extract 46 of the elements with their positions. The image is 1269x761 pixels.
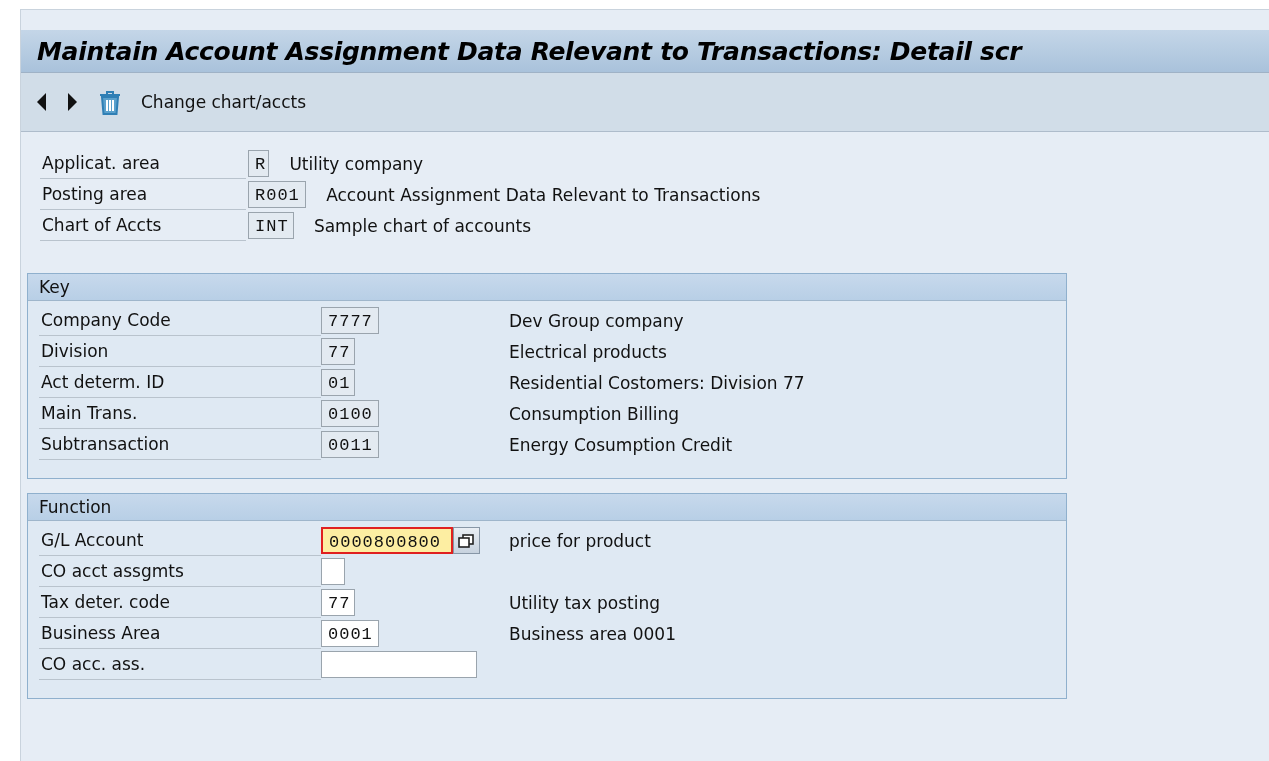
- window-title: Maintain Account Assignment Data Relevant to Transactions: Detail scr: [37, 36, 1022, 66]
- display-field: 77: [321, 338, 355, 365]
- group-title: Key: [28, 274, 1066, 301]
- display-field: R001: [248, 181, 307, 208]
- field-label: Posting area: [40, 179, 246, 210]
- field-description: Consumption Billing: [509, 403, 680, 424]
- group-title: Function: [28, 494, 1066, 521]
- field-label: CO acct assgmts: [39, 556, 321, 587]
- field-label: Tax deter. code: [39, 587, 321, 618]
- field-description: price for product: [509, 530, 651, 551]
- field-label: Main Trans.: [39, 398, 321, 429]
- change-chart-button[interactable]: Change chart/accts: [137, 92, 307, 112]
- trash-icon[interactable]: [97, 89, 123, 115]
- field-description: Residential Costomers: Division 77: [509, 372, 805, 393]
- field-label: G/L Account: [39, 525, 321, 556]
- field-description: Electrical products: [509, 341, 667, 362]
- input-field[interactable]: 0000800800: [321, 527, 453, 554]
- field-description: Account Assignment Data Relevant to Transactions: [326, 184, 761, 205]
- field-label: Company Code: [39, 305, 321, 336]
- next-icon[interactable]: [67, 93, 77, 111]
- checkbox[interactable]: [321, 558, 345, 585]
- input-field[interactable]: 0001: [321, 620, 380, 647]
- value-help-button[interactable]: [452, 527, 480, 554]
- windows-icon: [458, 533, 475, 548]
- display-field: 0100: [321, 400, 380, 427]
- field-description: Energy Cosumption Credit: [509, 434, 733, 455]
- display-field: 0011: [321, 431, 380, 458]
- input-field[interactable]: 77: [321, 589, 355, 616]
- field-description: Utility tax posting: [509, 592, 660, 613]
- field-label: Applicat. area: [40, 148, 246, 179]
- display-field: R: [248, 150, 270, 177]
- input-field[interactable]: [321, 651, 478, 678]
- previous-icon[interactable]: [37, 93, 47, 111]
- field-label: Business Area: [39, 618, 321, 649]
- display-field: 7777: [321, 307, 380, 334]
- field-label: Division: [39, 336, 321, 367]
- display-field: INT: [248, 212, 294, 239]
- field-description: Sample chart of accounts: [313, 215, 532, 236]
- field-label: Act determ. ID: [39, 367, 321, 398]
- field-label: Subtransaction: [39, 429, 321, 460]
- field-description: Utility company: [289, 153, 424, 174]
- field-label: CO acc. ass.: [39, 649, 321, 680]
- field-description: Dev Group company: [509, 310, 684, 331]
- field-description: Business area 0001: [509, 623, 676, 644]
- display-field: 01: [321, 369, 355, 396]
- field-label: Chart of Accts: [40, 210, 246, 241]
